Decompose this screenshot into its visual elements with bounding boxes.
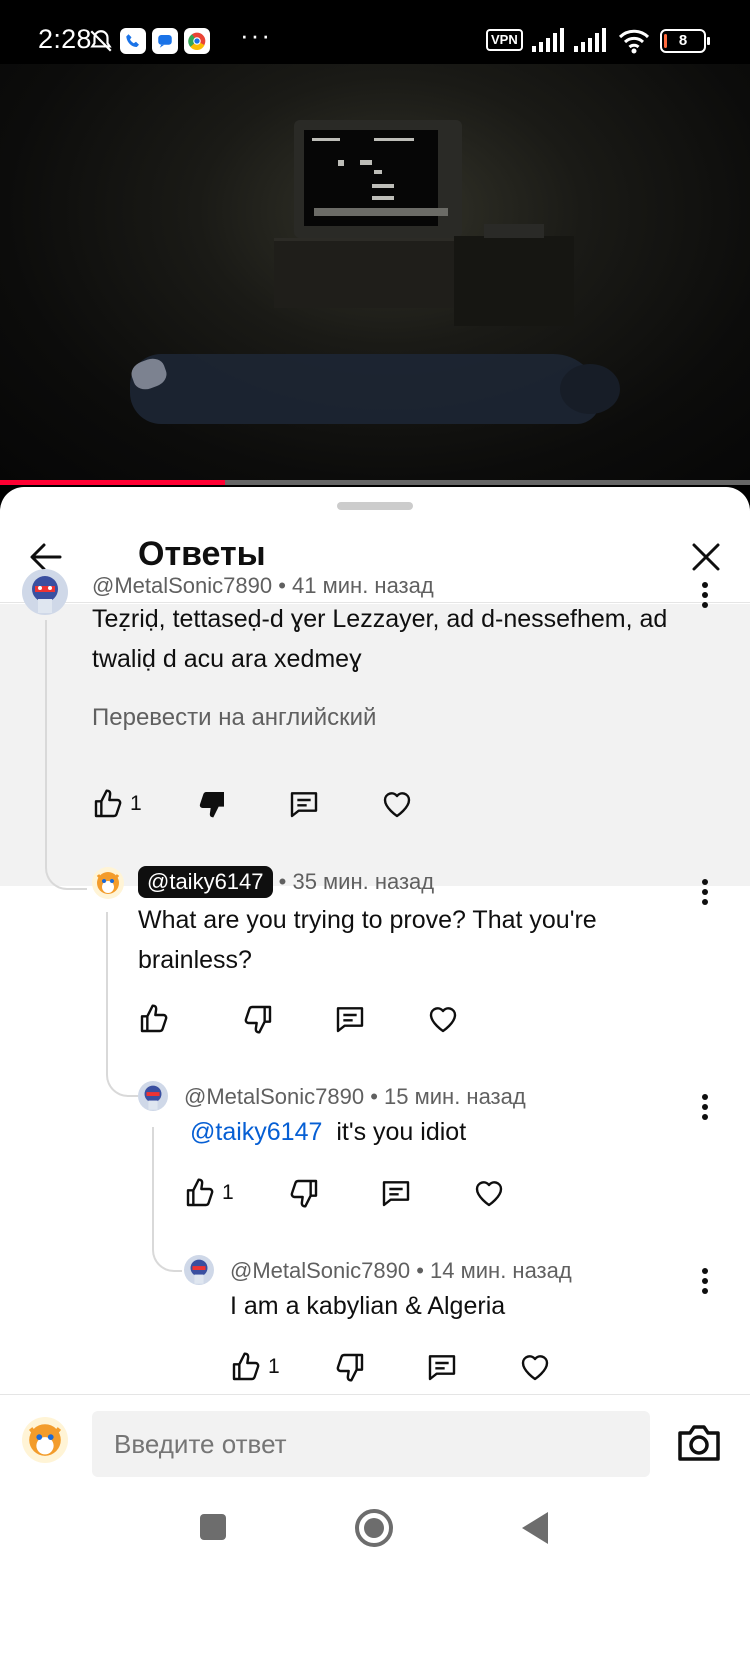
back-nav-icon[interactable] [520, 1510, 550, 1546]
status-time: 2:28 [38, 24, 92, 54]
thread-line [152, 1127, 182, 1272]
signal-icon [532, 28, 564, 52]
thread-line [45, 620, 87, 890]
comment-meta: @taiky6147 • 35 мин. назад [138, 866, 434, 898]
comment-meta: @MetalSonic7890 • 15 мин. назад [184, 1084, 526, 1110]
mention-link[interactable]: @taiky6147 [190, 1118, 322, 1146]
like-count: 1 [222, 1181, 234, 1204]
heart-button[interactable] [518, 1347, 552, 1387]
thumb-down-filled-icon [199, 792, 224, 818]
reply-button[interactable] [334, 999, 366, 1039]
dislike-button[interactable] [196, 784, 228, 824]
reply-button[interactable] [426, 1347, 458, 1387]
more-vert-icon[interactable] [690, 1261, 720, 1301]
chrome-icon [184, 28, 210, 54]
comment-actions: 1 [230, 1347, 630, 1387]
close-icon[interactable] [686, 537, 726, 577]
comment-text-body: it's you idiot [336, 1118, 467, 1146]
heart-icon [383, 792, 411, 818]
like-count: 1 [268, 1355, 280, 1378]
user-avatar[interactable] [22, 1417, 68, 1463]
comment-text: What are you trying to prove? That you'r… [138, 906, 597, 974]
comment-time: • 35 мин. назад [278, 869, 435, 894]
heart-icon [429, 1007, 457, 1033]
comment-author[interactable]: @MetalSonic7890 [92, 573, 272, 598]
thumb-down-icon [244, 1005, 272, 1034]
heart-icon [521, 1355, 549, 1381]
comment-author[interactable]: @MetalSonic7890 [230, 1258, 410, 1283]
reply-composer [0, 1394, 750, 1494]
more-vert-icon[interactable] [690, 575, 720, 615]
comment-meta: @MetalSonic7890 • 41 мин. назад [92, 573, 434, 599]
dislike-button[interactable] [288, 1173, 320, 1213]
reply-comment-icon [382, 1181, 410, 1207]
battery-level: 8 [678, 32, 688, 49]
video-player[interactable] [0, 64, 750, 484]
thread-line [106, 912, 138, 1097]
sheet-title: Ответы [138, 535, 266, 573]
comment-actions [138, 999, 538, 1039]
thumb-up-icon [94, 789, 122, 818]
comment-text: Teẓriḍ, tettaseḍ-d ɣer Lezzayer, ad d-ne… [92, 605, 668, 673]
thumb-up-icon [140, 1004, 168, 1033]
reply-comment-icon [428, 1355, 456, 1381]
like-button[interactable]: 1 [230, 1347, 280, 1387]
reply-comment-icon [290, 792, 318, 818]
avatar[interactable] [22, 569, 68, 615]
comment-actions: 1 [184, 1173, 584, 1213]
avatar[interactable] [184, 1255, 214, 1285]
heart-button[interactable] [472, 1173, 506, 1213]
thumb-down-icon [290, 1179, 318, 1208]
more-vert-icon[interactable] [690, 872, 720, 912]
avatar[interactable] [92, 867, 124, 899]
signal-icon [574, 28, 606, 52]
heart-icon [475, 1181, 503, 1207]
like-button[interactable]: 1 [184, 1173, 234, 1213]
vpn-icon: VPN [486, 29, 523, 51]
reply-button[interactable] [288, 784, 320, 824]
thumb-up-icon [186, 1178, 214, 1207]
heart-button[interactable] [426, 999, 460, 1039]
camera-icon[interactable] [676, 1421, 722, 1465]
translate-link[interactable]: Перевести на английский [92, 704, 376, 732]
avatar[interactable] [138, 1081, 168, 1111]
comment-time: • 41 мин. назад [278, 573, 434, 598]
reply-button[interactable] [380, 1173, 412, 1213]
phone-app-icon [120, 28, 146, 54]
video-scene-tv [294, 120, 462, 238]
home-icon[interactable] [354, 1508, 394, 1548]
comment-time: • 15 мин. назад [370, 1084, 526, 1109]
comment-text: @taiky6147 it's you idiot [190, 1112, 670, 1152]
dislike-button[interactable] [242, 999, 274, 1039]
heart-button[interactable] [380, 784, 414, 824]
comment-author[interactable]: @MetalSonic7890 [184, 1084, 364, 1109]
bell-muted-icon [90, 30, 112, 52]
more-dots-icon: ··· [240, 20, 272, 50]
thumb-up-icon [232, 1352, 260, 1381]
comment-actions: 1 [92, 784, 492, 824]
reply-input[interactable] [92, 1411, 650, 1477]
like-button[interactable]: 1 [92, 784, 142, 824]
battery-icon: 8 [660, 29, 710, 53]
wifi-icon [618, 29, 650, 54]
comment-time: • 14 мин. назад [416, 1258, 572, 1283]
messages-app-icon [152, 28, 178, 54]
dislike-button[interactable] [334, 1347, 366, 1387]
system-nav-bar [0, 1494, 750, 1667]
more-vert-icon[interactable] [690, 1087, 720, 1127]
video-progress-fill [0, 480, 225, 485]
drag-handle[interactable] [337, 502, 413, 510]
recents-icon[interactable] [198, 1512, 228, 1542]
comment-text: I am a kabylian & Algeria [230, 1292, 506, 1320]
like-count: 1 [130, 792, 142, 815]
like-button[interactable] [138, 999, 176, 1039]
reply-comment-icon [336, 1007, 364, 1033]
thumb-down-icon [336, 1353, 364, 1382]
comment-meta: @MetalSonic7890 • 14 мин. назад [230, 1258, 572, 1284]
video-progress-bar[interactable] [0, 480, 750, 485]
comment-author-chip[interactable]: @taiky6147 [138, 866, 273, 898]
